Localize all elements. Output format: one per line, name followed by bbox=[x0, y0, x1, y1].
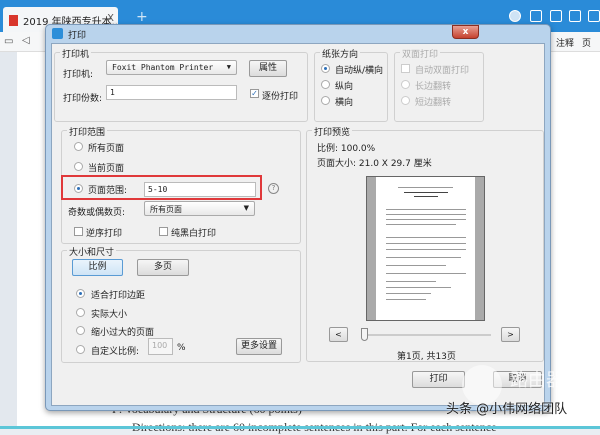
close-button[interactable]: x bbox=[452, 25, 479, 39]
page-view-button[interactable]: 页 bbox=[582, 36, 591, 49]
copies-label: 打印份数: bbox=[63, 94, 103, 104]
watermark-site: 路由器 bbox=[510, 370, 564, 391]
chevron-down-icon: ▼ bbox=[243, 204, 249, 212]
page-slider-thumb[interactable] bbox=[361, 328, 368, 341]
orientation-auto-label: 自动纵/横向 bbox=[335, 66, 384, 76]
custom-scale-input[interactable]: 100 bbox=[148, 338, 173, 355]
dialog-body: 打印机 打印机: Foxit Phantom Printer ▼ 属性 打印份数:… bbox=[51, 43, 545, 406]
apps-icon[interactable] bbox=[569, 10, 581, 22]
preview-page-thumbnail bbox=[376, 177, 475, 320]
back-icon[interactable]: ◁ bbox=[22, 35, 30, 46]
printer-select[interactable]: Foxit Phantom Printer ▼ bbox=[106, 60, 237, 75]
tab-close-button[interactable]: X bbox=[107, 13, 114, 24]
fit-margins-radio[interactable] bbox=[76, 289, 85, 298]
auto-duplex-label: 自动双面打印 bbox=[415, 66, 470, 76]
size-group: 大小和尺寸 比例 多页 适合打印边距 实际大小 缩小过大的页面 自定义比例: 1… bbox=[61, 245, 301, 363]
preview-legend: 打印预览 bbox=[312, 125, 353, 138]
grayscale-checkbox[interactable] bbox=[159, 227, 168, 236]
auto-duplex-checkbox[interactable] bbox=[401, 64, 410, 73]
current-page-label: 当前页面 bbox=[88, 164, 125, 174]
skin-icon[interactable] bbox=[550, 10, 562, 22]
shrink-label: 缩小过大的页面 bbox=[91, 328, 155, 338]
preview-page-size: 页面大小: 21.0 X 29.7 厘米 bbox=[317, 159, 432, 169]
page-range-radio[interactable] bbox=[74, 184, 83, 193]
short-edge-radio[interactable] bbox=[401, 96, 410, 105]
orientation-landscape-radio[interactable] bbox=[321, 96, 330, 105]
print-dialog: 打印 x 打印机 打印机: Foxit Phantom Printer ▼ 属性 … bbox=[45, 24, 551, 411]
reverse-label: 逆序打印 bbox=[86, 229, 123, 239]
orientation-legend: 纸张方向 bbox=[320, 47, 361, 60]
odd-even-value: 所有页面 bbox=[150, 205, 182, 214]
size-legend: 大小和尺寸 bbox=[67, 245, 117, 258]
prev-page-button[interactable]: < bbox=[329, 327, 348, 342]
shrink-radio[interactable] bbox=[76, 326, 85, 335]
print-app-icon bbox=[52, 28, 63, 39]
page-preview bbox=[366, 176, 485, 321]
orientation-portrait-radio[interactable] bbox=[321, 80, 330, 89]
duplex-legend: 双面打印 bbox=[400, 47, 441, 60]
copies-input[interactable]: 1 bbox=[106, 85, 237, 100]
collate-checkbox[interactable]: ✓ bbox=[250, 89, 259, 98]
printer-group: 打印机 打印机: Foxit Phantom Printer ▼ 属性 打印份数:… bbox=[54, 47, 308, 122]
printer-legend: 打印机 bbox=[60, 47, 92, 60]
short-edge-label: 短边翻转 bbox=[415, 98, 452, 108]
annotate-button[interactable]: 注释 bbox=[556, 36, 574, 49]
watermark-credit: 头条 @小伟网络团队 bbox=[446, 402, 568, 417]
left-panel bbox=[0, 52, 17, 429]
all-pages-radio[interactable] bbox=[74, 142, 83, 151]
actual-size-label: 实际大小 bbox=[91, 310, 128, 320]
new-tab-button[interactable]: + bbox=[136, 9, 148, 25]
range-legend: 打印范围 bbox=[67, 125, 108, 138]
odd-even-select[interactable]: 所有页面 ▼ bbox=[144, 201, 255, 216]
page-range-input[interactable]: 5-10 bbox=[144, 182, 256, 197]
duplex-group: 双面打印 自动双面打印 长边翻转 短边翻转 bbox=[394, 47, 484, 122]
more-settings-button[interactable]: 更多设置 bbox=[236, 338, 282, 355]
multi-page-button[interactable]: 多页 bbox=[137, 259, 189, 276]
page-slider-track[interactable] bbox=[361, 334, 491, 336]
long-edge-label: 长边翻转 bbox=[415, 82, 452, 92]
help-icon[interactable]: ? bbox=[268, 183, 279, 194]
preview-scale: 比例: 100.0% bbox=[317, 144, 376, 154]
custom-scale-label: 自定义比例: bbox=[91, 347, 140, 357]
orientation-portrait-label: 纵向 bbox=[335, 82, 354, 92]
printer-value: Foxit Phantom Printer bbox=[112, 63, 214, 72]
fit-margins-label: 适合打印边距 bbox=[91, 291, 146, 301]
print-button[interactable]: 打印 bbox=[412, 371, 465, 388]
percent-label: % bbox=[177, 343, 186, 353]
printer-label: 打印机: bbox=[63, 70, 94, 80]
scale-button[interactable]: 比例 bbox=[72, 259, 123, 276]
window-icon[interactable] bbox=[588, 10, 600, 22]
odd-even-label: 奇数或偶数页: bbox=[68, 208, 126, 218]
dialog-title: 打印 bbox=[68, 31, 87, 41]
user-avatar-icon[interactable] bbox=[509, 10, 521, 22]
current-page-radio[interactable] bbox=[74, 162, 83, 171]
save-icon[interactable]: ▭ bbox=[4, 36, 13, 47]
orientation-auto-radio[interactable] bbox=[321, 64, 330, 73]
orientation-landscape-label: 横向 bbox=[335, 98, 354, 108]
actual-size-radio[interactable] bbox=[76, 308, 85, 317]
long-edge-radio[interactable] bbox=[401, 80, 410, 89]
pdf-icon bbox=[9, 15, 18, 26]
reverse-checkbox[interactable] bbox=[74, 227, 83, 236]
collate-label: 逐份打印 bbox=[262, 92, 299, 102]
all-pages-label: 所有页面 bbox=[88, 144, 125, 154]
orientation-group: 纸张方向 自动纵/横向 纵向 横向 bbox=[314, 47, 388, 122]
grayscale-label: 纯黑白打印 bbox=[171, 229, 217, 239]
next-page-button[interactable]: > bbox=[501, 327, 520, 342]
chevron-down-icon: ▼ bbox=[226, 63, 231, 71]
message-icon[interactable] bbox=[530, 10, 542, 22]
print-range-group: 打印范围 所有页面 当前页面 页面范围: 5-10 ? 奇数或偶数页: 所有页面… bbox=[61, 125, 301, 244]
preview-group: 打印预览 比例: 100.0% 页面大小: 21.0 X 29.7 厘米 < >… bbox=[306, 125, 544, 362]
page-info: 第1页, 共13页 bbox=[397, 352, 456, 362]
properties-button[interactable]: 属性 bbox=[249, 60, 287, 77]
page-range-label: 页面范围: bbox=[88, 186, 128, 196]
custom-scale-radio[interactable] bbox=[76, 345, 85, 354]
